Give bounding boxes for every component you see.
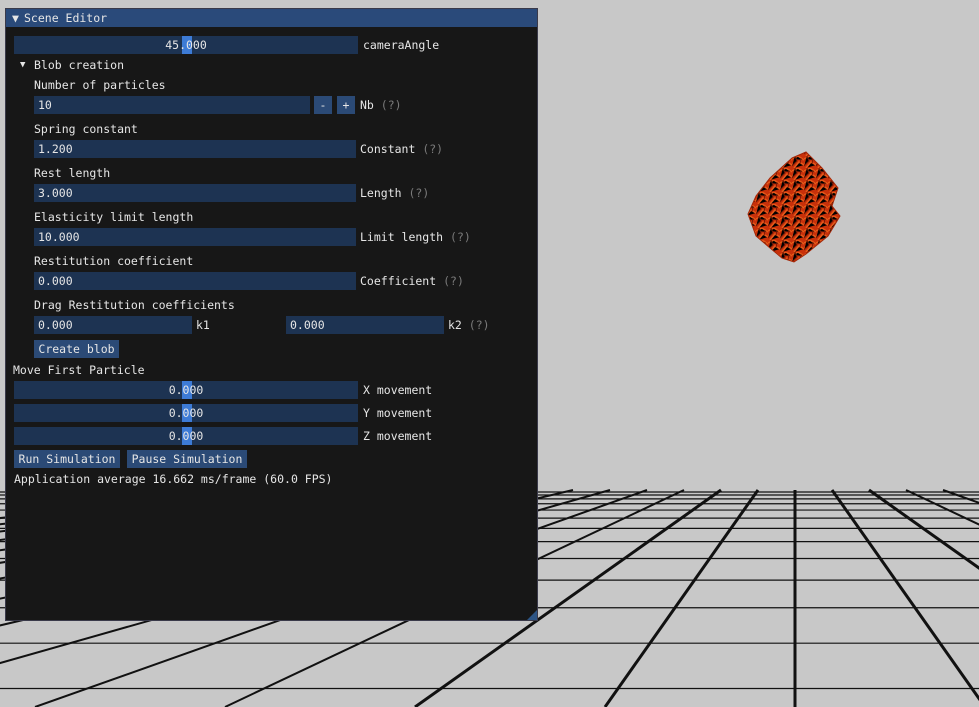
rest-length-label: Length (?) [360,186,430,200]
fps-status-text: Application average 16.662 ms/frame (60.… [14,472,333,486]
x-movement-label: X movement [363,383,433,397]
restitution-input[interactable]: 0.000 [34,272,356,290]
particles-label: Nb (?) [360,98,402,112]
scene-editor-window[interactable]: ▼ Scene Editor 45.000 cameraAngle ▼ Blob … [5,8,538,621]
tree-collapse-icon[interactable]: ▼ [20,56,30,74]
drag-k2-label: k2 (?) [448,318,490,332]
restitution-label: Coefficient (?) [360,274,464,288]
particles-title: Number of particles [34,78,166,92]
camera-angle-label: cameraAngle [363,38,440,52]
help-marker[interactable]: (?) [381,98,402,112]
pause-simulation-button[interactable]: Pause Simulation [127,450,247,468]
blob-creation-header[interactable]: Blob creation [34,56,124,74]
camera-angle-slider[interactable]: 45.000 [14,36,358,54]
create-blob-button[interactable]: Create blob [34,340,119,358]
particles-input[interactable]: 10 [34,96,310,114]
drag-k1-input[interactable]: 0.000 [34,316,192,334]
help-marker[interactable]: (?) [408,186,429,200]
window-titlebar[interactable]: ▼ Scene Editor [6,9,537,27]
resize-grip-icon[interactable] [527,610,537,620]
drag-k1-label: k1 [196,318,210,332]
spring-constant-input[interactable]: 1.200 [34,140,356,158]
window-title: Scene Editor [24,11,108,25]
restitution-title: Restitution coefficient [34,254,194,268]
drag-title: Drag Restitution coefficients [34,298,235,312]
spring-title: Spring constant [34,122,138,136]
z-movement-slider[interactable]: 0.000 [14,427,358,445]
help-marker[interactable]: (?) [422,142,443,156]
y-movement-label: Y movement [363,406,433,420]
elasticity-label: Limit length (?) [360,230,471,244]
z-movement-label: Z movement [363,429,433,443]
run-simulation-button[interactable]: Run Simulation [14,450,120,468]
drag-k2-input[interactable]: 0.000 [286,316,444,334]
particles-increment-button[interactable]: + [337,96,355,114]
move-section-title: Move First Particle [13,363,145,377]
help-marker[interactable]: (?) [450,230,471,244]
rest-length-input[interactable]: 3.000 [34,184,356,202]
help-marker[interactable]: (?) [443,274,464,288]
spring-label: Constant (?) [360,142,444,156]
elasticity-title: Elasticity limit length [34,210,194,224]
particles-decrement-button[interactable]: - [314,96,332,114]
rest-length-title: Rest length [34,166,111,180]
elasticity-input[interactable]: 10.000 [34,228,356,246]
collapse-triangle-icon[interactable]: ▼ [12,9,24,27]
x-movement-slider[interactable]: 0.000 [14,381,358,399]
help-marker[interactable]: (?) [469,318,490,332]
y-movement-slider[interactable]: 0.000 [14,404,358,422]
